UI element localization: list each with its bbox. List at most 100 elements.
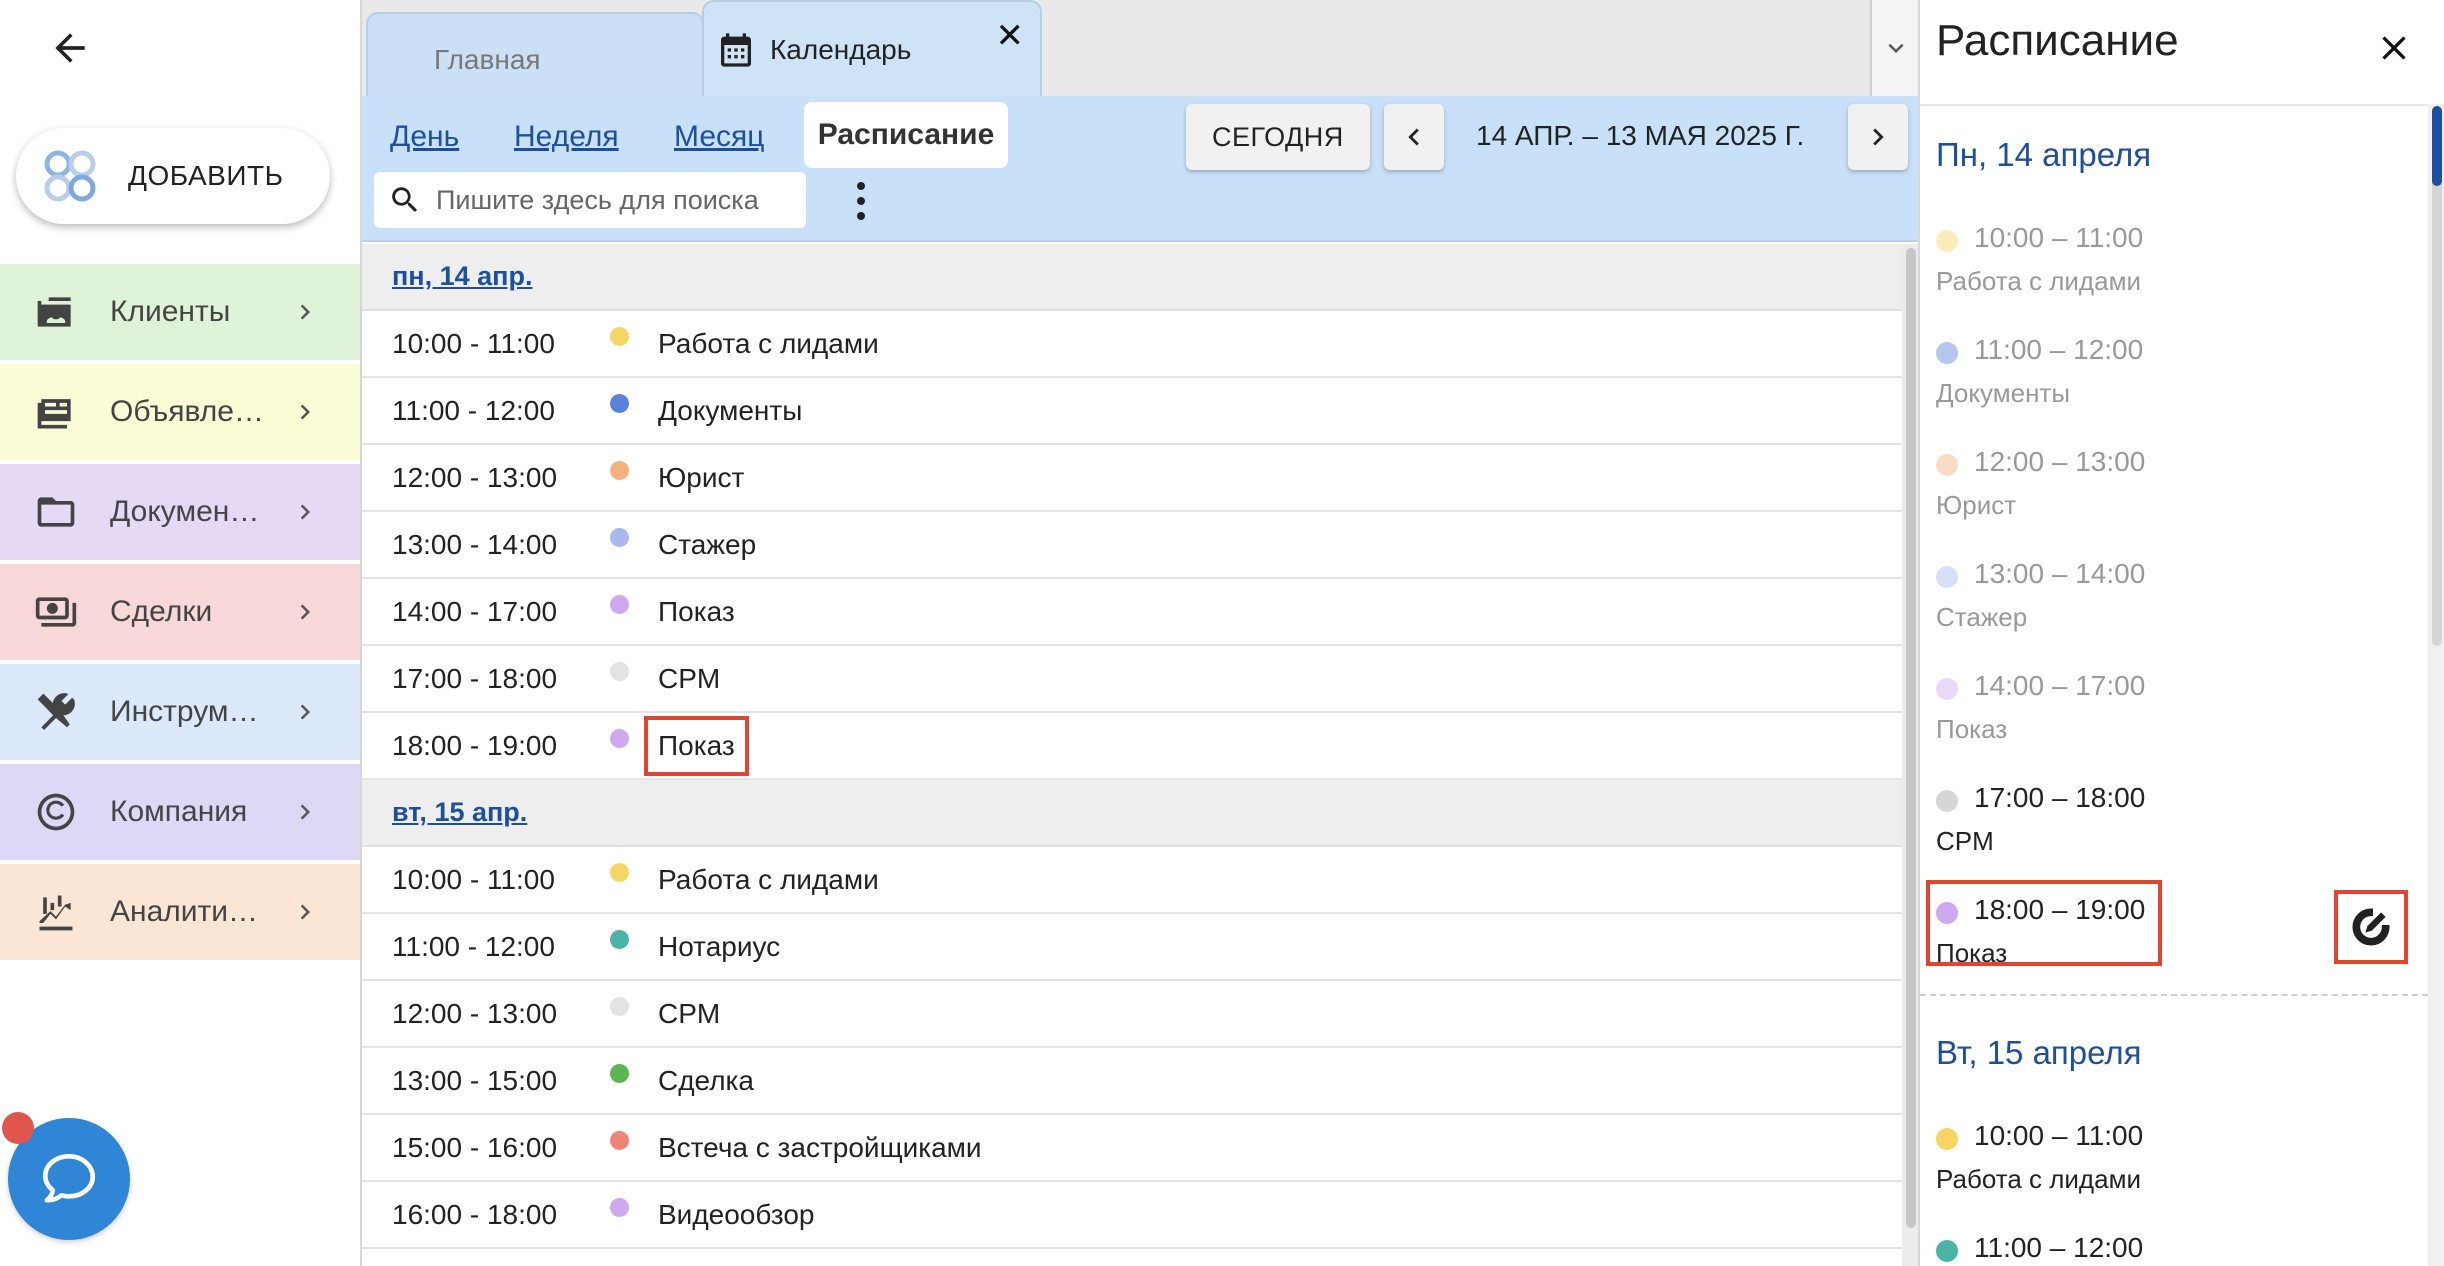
- copyright-icon: [32, 788, 80, 836]
- event-time: 14:00 - 17:00: [392, 595, 558, 627]
- view-month-link[interactable]: Месяц: [674, 120, 764, 154]
- schedule-row[interactable]: 10:00 - 11:00 Работа с лидами: [362, 311, 1902, 378]
- schedule-row[interactable]: 13:00 - 15:00 Сделка: [362, 1048, 1902, 1115]
- schedule-row[interactable]: 16:00 - 18:00 Видеообзор: [362, 1182, 1902, 1249]
- event-color-dot: [1936, 678, 1958, 700]
- event-time: 11:00 - 12:00: [392, 394, 555, 426]
- more-options-icon[interactable]: [846, 178, 876, 224]
- event-title: Показ: [658, 595, 735, 627]
- close-icon: [2382, 36, 2406, 60]
- panel-event-time: 11:00 – 12:00: [1974, 1232, 2144, 1263]
- sidebar-item[interactable]: Сделки: [0, 564, 360, 660]
- schedule-row[interactable]: 13:00 - 14:00 Стажер: [362, 512, 1902, 579]
- event-time: 16:00 - 18:00: [392, 1198, 558, 1230]
- next-period-button[interactable]: [1848, 104, 1908, 170]
- schedule-row[interactable]: 18:00 - 19:00 Показ: [362, 713, 1902, 780]
- edit-event-button[interactable]: [2334, 890, 2408, 964]
- event-title: Работа с лидами: [658, 863, 879, 895]
- view-day-link[interactable]: День: [390, 120, 459, 154]
- event-time: 12:00 - 13:00: [392, 461, 558, 493]
- search-input[interactable]: [436, 184, 796, 216]
- event-title: Стажер: [658, 528, 757, 560]
- panel-event[interactable]: 10:00 – 11:00 Работа с лидами: [1936, 220, 2376, 316]
- event-color-dot: [610, 1198, 629, 1217]
- schedule-row[interactable]: 11:00 - 12:00 Документы: [362, 378, 1902, 445]
- panel-scrollbar[interactable]: [2428, 104, 2444, 1266]
- view-week-link[interactable]: Неделя: [514, 120, 619, 154]
- panel-event[interactable]: 17:00 – 18:00 CPM: [1936, 780, 2376, 876]
- back-button[interactable]: [44, 22, 96, 74]
- event-time: 13:00 - 15:00: [392, 1064, 558, 1096]
- panel-event[interactable]: 10:00 – 11:00 Работа с лидами: [1936, 1118, 2376, 1214]
- panel-event[interactable]: 11:00 – 12:00 Документы: [1936, 332, 2376, 428]
- sidebar-item-label: Сделки: [110, 595, 213, 628]
- chat-bubble-icon: [42, 1153, 96, 1203]
- schedule-panel: Расписание Пн, 14 апреля 10:00 – 11:00 Раб…: [1918, 0, 2444, 1266]
- sidebar-item[interactable]: Инструм…: [0, 664, 360, 760]
- event-time: 10:00 - 11:00: [392, 863, 555, 895]
- event-color-dot: [1936, 454, 1958, 476]
- schedule-row[interactable]: 14:00 - 17:00 Показ: [362, 579, 1902, 646]
- event-time: 10:00 - 11:00: [392, 327, 555, 359]
- event-title: Юрист: [658, 461, 745, 493]
- sidebar-item[interactable]: Докумен…: [0, 464, 360, 560]
- event-color-dot: [610, 997, 629, 1016]
- panel-event-time: 13:00 – 14:00: [1974, 558, 2146, 589]
- chevron-left-icon: [1408, 128, 1419, 146]
- listing-icon: [32, 388, 80, 436]
- schedule-row[interactable]: 15:00 - 16:00 Встеча с застройщиками: [362, 1115, 1902, 1182]
- event-color-dot: [1936, 1128, 1958, 1150]
- event-title: CPM: [658, 662, 721, 694]
- event-color-dot: [610, 662, 629, 681]
- day-link[interactable]: пн, 14 апр.: [392, 261, 532, 292]
- event-title: Сделка: [658, 1064, 754, 1096]
- panel-event-title: Стажер: [1936, 602, 2028, 632]
- schedule-row[interactable]: 12:00 - 13:00 Юрист: [362, 445, 1902, 512]
- sidebar-item[interactable]: Объявле…: [0, 364, 360, 460]
- date-range: 14 АПР. – 13 МАЯ 2025 Г.: [1476, 120, 1805, 151]
- today-button[interactable]: СЕГОДНЯ: [1186, 104, 1370, 170]
- panel-event[interactable]: 11:00 – 12:00Нотариус: [1936, 1230, 2376, 1266]
- search-icon: [392, 187, 418, 213]
- highlight-frame: [1926, 880, 2162, 966]
- panel-close-button[interactable]: [2368, 22, 2420, 74]
- event-color-dot: [610, 528, 629, 547]
- schedule-row[interactable]: 11:00 - 12:00 Нотариус: [362, 914, 1902, 981]
- schedule-row[interactable]: 17:00 - 18:00 CPM: [362, 646, 1902, 713]
- view-schedule-button[interactable]: Расписание: [804, 102, 1008, 168]
- tab-calendar-label: Календарь: [770, 34, 912, 65]
- panel-event-title: Документы: [1936, 378, 2071, 408]
- close-tab-icon[interactable]: ✕: [996, 16, 1025, 56]
- schedule-row[interactable]: 12:00 - 13:00 CPM: [362, 981, 1902, 1048]
- panel-event[interactable]: 12:00 – 13:00 Юрист: [1936, 444, 2376, 540]
- day-link[interactable]: вт, 15 апр.: [392, 797, 527, 828]
- panel-event[interactable]: 14:00 – 17:00 Показ: [1936, 668, 2376, 764]
- contacts-icon: [32, 288, 80, 336]
- panel-event[interactable]: 13:00 – 14:00 Стажер: [1936, 556, 2376, 652]
- calendar-icon: [721, 33, 751, 67]
- panel-event-time: 10:00 – 11:00: [1974, 1120, 2144, 1151]
- sidebar-item[interactable]: Аналити…: [0, 864, 360, 960]
- tabs-dropdown-button[interactable]: [1870, 0, 1920, 96]
- panel-event-time: 11:00 – 12:00: [1974, 334, 2144, 365]
- tab-calendar[interactable]: Календарь ✕: [702, 0, 1042, 96]
- chevron-right-icon: [300, 304, 310, 320]
- prev-period-button[interactable]: [1384, 104, 1444, 170]
- tab-home[interactable]: Главная: [366, 12, 704, 96]
- chevron-right-icon: [300, 804, 310, 820]
- sidebar-item-label: Докумен…: [110, 495, 260, 528]
- event-color-dot: [1936, 342, 1958, 364]
- chevron-right-icon: [300, 504, 310, 520]
- sidebar-item[interactable]: Компания: [0, 764, 360, 860]
- day-header: пн, 14 апр.: [362, 244, 1902, 311]
- panel-day-label: Вт, 15 апреля: [1936, 1034, 2142, 1071]
- sidebar-item[interactable]: Клиенты: [0, 264, 360, 360]
- chevron-right-icon: [300, 404, 310, 420]
- event-color-dot: [610, 930, 629, 949]
- panel-event-time: 14:00 – 17:00: [1974, 670, 2146, 701]
- schedule-row[interactable]: 10:00 - 11:00 Работа с лидами: [362, 847, 1902, 914]
- add-button[interactable]: ДОБАВИТЬ: [16, 128, 330, 224]
- event-color-dot: [610, 394, 629, 413]
- event-title: CPM: [658, 997, 721, 1029]
- analytics-icon: [32, 888, 80, 936]
